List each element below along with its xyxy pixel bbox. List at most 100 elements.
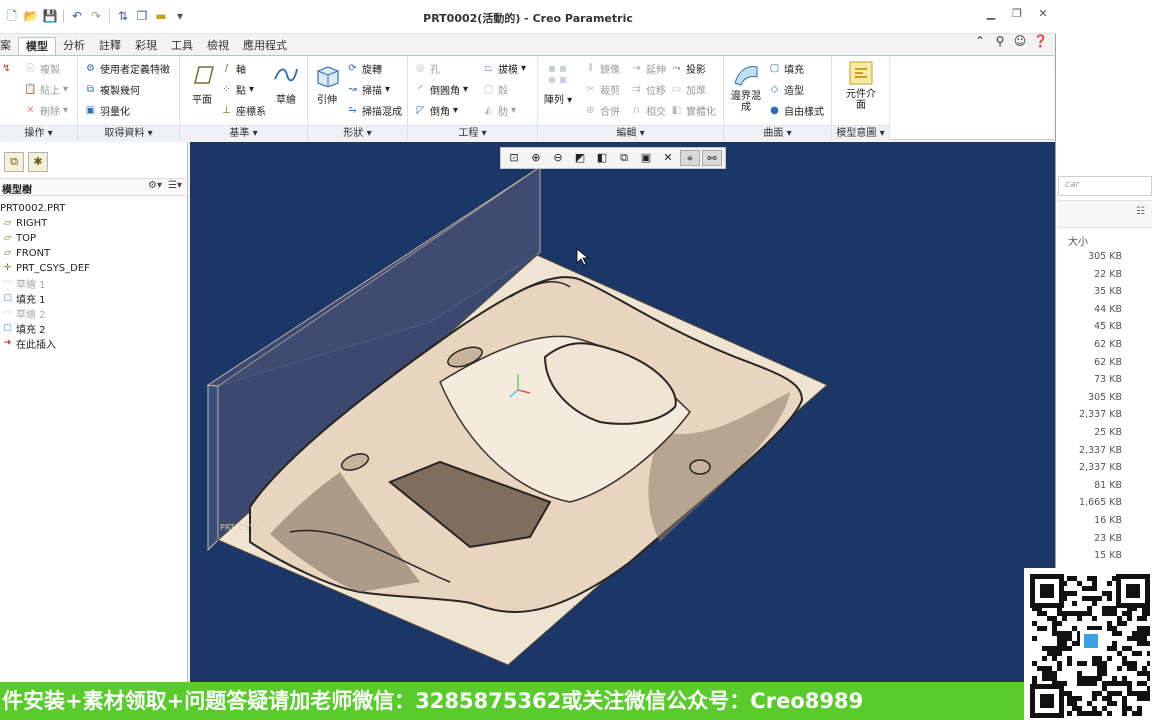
tab-view[interactable]: 檢視 <box>200 37 236 56</box>
group-footer-engineering[interactable]: 工程 ▾ <box>408 125 537 141</box>
udf-button[interactable]: ⚙ 使用者定義特徵 <box>84 60 170 76</box>
shrinkwrap-button[interactable]: ▣ 羽量化 <box>84 102 130 118</box>
extend-button[interactable]: ⇥ 延伸 <box>630 60 666 76</box>
tab-applications[interactable]: 應用程式 <box>236 37 294 56</box>
tree-item[interactable]: 〰草繪 2 <box>2 306 46 321</box>
chamfer-button[interactable]: ◸ 倒角 ▾ <box>414 102 458 118</box>
solidify-button[interactable]: ◧ 實體化 <box>670 102 716 118</box>
revolve-button[interactable]: ⟳ 旋轉 <box>346 60 382 76</box>
model-tree-tab-icon[interactable]: ⧉ <box>4 152 24 172</box>
merge-icon: ⊕ <box>586 104 595 116</box>
tab-tools[interactable]: 工具 <box>164 37 200 56</box>
qr-module <box>1137 671 1142 676</box>
qr-module <box>1127 681 1132 686</box>
sweep-button[interactable]: ↝ 掃描 ▾ <box>346 81 390 97</box>
point-button[interactable]: ⁘ 點 ▾ <box>220 81 254 97</box>
delete-button[interactable]: ✕ 刪除 ▾ <box>24 102 68 118</box>
display-style-icon[interactable]: ◧ <box>592 150 612 166</box>
shell-button[interactable]: ▢ 殼 <box>482 81 508 97</box>
rib-button[interactable]: ◭ 肋 ▾ <box>482 102 516 118</box>
tree-item[interactable]: ➜ 在此插入 <box>2 336 56 351</box>
plane-button[interactable]: 平面 <box>184 62 220 106</box>
group-footer-datum[interactable]: 基準 ▾ <box>180 125 307 141</box>
intersect-button[interactable]: ∩ 相交 <box>630 102 666 118</box>
saved-views-icon[interactable]: ⧉ <box>614 150 634 166</box>
datum-display-icon[interactable]: ✕ <box>658 150 678 166</box>
qr-module <box>1107 696 1112 701</box>
csys-button[interactable]: ⊥ 座標系 <box>220 102 266 118</box>
column-menu-icon[interactable]: ☷ <box>1136 206 1145 217</box>
group-footer-editing[interactable]: 編輯 ▾ <box>538 125 723 141</box>
hole-button[interactable]: ◎ 孔 <box>414 60 440 76</box>
tab-annotate[interactable]: 註釋 <box>92 37 128 56</box>
group-footer-shapes[interactable]: 形狀 ▾ <box>308 125 407 141</box>
qr-module <box>1052 676 1057 681</box>
group-footer-surfaces[interactable]: 曲面 ▾ <box>724 125 831 141</box>
point-label: 點 <box>236 85 246 97</box>
copy-button[interactable]: ⎘ 複製 <box>24 60 61 76</box>
collapse-ribbon-icon[interactable]: ⌃ <box>973 34 987 48</box>
qr-module <box>1132 631 1137 636</box>
tree-item[interactable]: ▱ FRONT <box>2 246 50 261</box>
graphics-viewport[interactable]: PRT_CSYS ⊡ ⊕ ⊖ ◩ ◧ ⧉ ▣ ✕ ⌖ ⚯ <box>190 142 1055 682</box>
copy-geometry-button[interactable]: ⧉ 複製幾何 <box>84 81 140 97</box>
round-button[interactable]: ◜ 倒圓角 ▾ <box>414 81 468 97</box>
project-button[interactable]: ⤳ 投影 <box>670 60 707 76</box>
restore-icon[interactable]: ❐ <box>1010 7 1024 21</box>
tree-item[interactable]: ✛ PRT_CSYS_DEF <box>2 261 90 276</box>
merge-button[interactable]: ⊕ 合併 <box>584 102 620 118</box>
fill-button[interactable]: ▢ 填充 <box>768 60 804 76</box>
group-footer-get-data[interactable]: 取得資料 ▾ <box>78 125 179 141</box>
pattern-button[interactable]: 陣列 ▾ <box>540 62 576 106</box>
tab-file[interactable]: 案 <box>0 37 18 56</box>
qr-module <box>1147 641 1150 646</box>
search-icon[interactable]: ⚲ <box>993 34 1007 48</box>
minimize-icon[interactable]: ▁ <box>984 7 998 21</box>
extrude-button[interactable]: 引伸 <box>310 62 344 106</box>
folder-browser-tab-icon[interactable]: ✱ <box>28 152 48 172</box>
view-manager-icon[interactable]: ▣ <box>636 150 656 166</box>
tree-item[interactable]: ▱ TOP <box>2 231 36 246</box>
tree-item[interactable]: ▢ 填充 2 <box>2 321 45 336</box>
tab-analysis[interactable]: 分析 <box>56 37 92 56</box>
trim-button[interactable]: ✂ 裁剪 <box>584 81 620 97</box>
car-light-right <box>689 459 711 475</box>
tab-model[interactable]: 模型 <box>18 37 56 56</box>
group-footer-model-intent[interactable]: 模型意圖 ▾ <box>832 125 889 141</box>
tree-columns-icon[interactable]: ☰▾ <box>168 180 182 191</box>
zoom-in-icon[interactable]: ⊕ <box>526 150 546 166</box>
tab-render[interactable]: 彩現 <box>128 37 164 56</box>
repaint-icon[interactable]: ◩ <box>570 150 590 166</box>
refit-icon[interactable]: ⊡ <box>504 150 524 166</box>
regenerate-button[interactable]: ↯ <box>0 60 13 76</box>
tree-item[interactable]: ▭PRT0002.PRT <box>0 201 65 216</box>
offset-button[interactable]: ⇉ 位移 <box>630 81 666 97</box>
search-input[interactable]: car <box>1058 176 1152 196</box>
paste-button[interactable]: 📋 貼上 ▾ <box>24 81 68 97</box>
close-icon[interactable]: ✕ <box>1036 7 1050 21</box>
draft-button[interactable]: ⏢ 拔模 ▾ <box>482 60 527 76</box>
swept-blend-button[interactable]: ⥲ 掃描混成 <box>346 102 403 118</box>
tree-item[interactable]: ▱ RIGHT <box>2 216 47 231</box>
community-icon[interactable]: ☺ <box>1013 34 1027 48</box>
axis-button[interactable]: / 軸 <box>220 60 246 76</box>
freestyle-button[interactable]: ● 自由樣式 <box>768 102 824 118</box>
help-icon[interactable]: ❓ <box>1033 34 1048 48</box>
qr-module <box>1087 676 1092 681</box>
mirror-button[interactable]: ⫴ 鏡像 <box>584 60 620 76</box>
spin-center-icon[interactable]: ⚯ <box>702 150 722 166</box>
thicken-button[interactable]: ▭ 加厚 <box>670 81 706 97</box>
window-controls: ▁ ❐ ✕ <box>984 7 1050 21</box>
tree-settings-icon[interactable]: ⚙▾ <box>148 180 162 191</box>
tree-item[interactable]: ▢ 填充 1 <box>2 291 45 306</box>
zoom-out-icon[interactable]: ⊖ <box>548 150 568 166</box>
annotation-display-icon[interactable]: ⌖ <box>680 150 700 166</box>
component-interface-button[interactable]: 元件介面 <box>838 60 884 111</box>
qr-module <box>1077 681 1082 686</box>
group-footer-operations[interactable]: 操作 ▾ <box>0 125 77 141</box>
boundary-blend-button[interactable]: 邊界混成 <box>726 62 766 113</box>
sketch-button[interactable]: 草繪 <box>268 62 304 106</box>
tree-item[interactable]: 〰草繪 1 <box>2 276 46 291</box>
style-button[interactable]: ◇ 造型 <box>768 81 804 97</box>
size-column-header[interactable]: 大小 <box>1068 233 1088 248</box>
